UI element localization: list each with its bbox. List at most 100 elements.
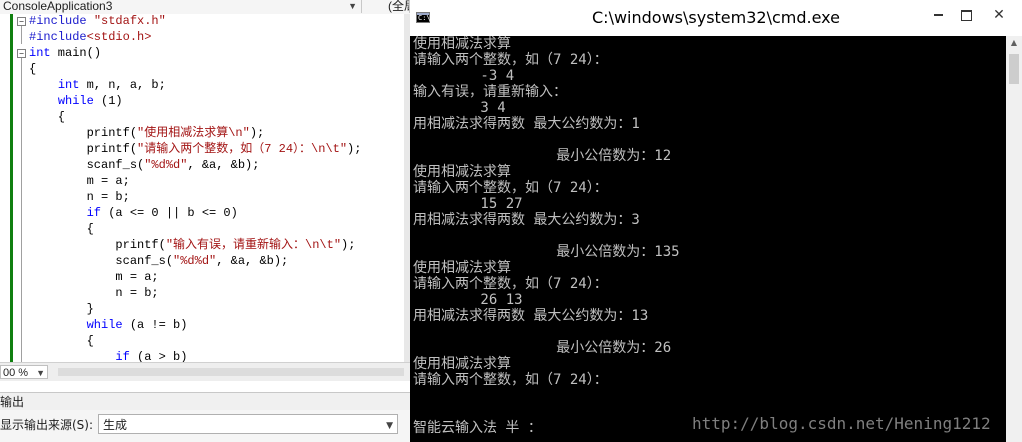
scope-combo-label: (全局范围) [388, 0, 409, 13]
code-token: "请输入两个整数，如（7 24）：\n\t" [137, 142, 348, 156]
minimize-icon [933, 14, 943, 16]
code-token: if [86, 206, 102, 220]
console-line: 智能云输入法 半 ： [413, 420, 542, 436]
collapse-icon[interactable]: − [17, 49, 26, 58]
maximize-icon [960, 9, 972, 21]
code-token: { [29, 62, 37, 76]
console-line: 使用相减法求算 [413, 260, 511, 276]
console-line: 请输入两个整数，如（7 24）： [413, 180, 608, 196]
output-source-value: 生成 [103, 418, 128, 432]
code-token: "%d%d" [144, 158, 188, 172]
console-line: 使用相减法求算 [413, 356, 511, 372]
ide-panel: ConsoleApplication3 ▼ (全局范围) − − #includ… [0, 0, 410, 442]
code-token: int [29, 46, 51, 60]
code-line: n = b; [29, 285, 361, 301]
console-line: 用相减法求得两数 最大公约数为：13 [413, 308, 649, 324]
close-button[interactable]: ✕ [976, 4, 1022, 26]
change-tracking-bar [10, 14, 13, 362]
code-token: <stdio.h> [86, 30, 152, 44]
code-token: printf( [29, 126, 138, 140]
zoom-value: 00 % [3, 367, 29, 379]
scrollbar-thumb[interactable] [1009, 54, 1019, 84]
editor-status-strip: 00 % ▼ [0, 362, 410, 381]
code-line: int m, n, a, b; [29, 77, 361, 93]
code-token: { [29, 334, 94, 348]
cmd-window[interactable]: C:\ C:\windows\system32\cmd.exe ✕ 使用相减法求… [410, 0, 1022, 442]
code-line: while (a != b) [29, 317, 361, 333]
code-line: printf("输入有误，请重新输入：\n\t"); [29, 237, 361, 253]
console-line: 用相减法求得两数 最大公约数为：3 [413, 212, 640, 228]
code-line: #include "stdafx.h" [29, 14, 361, 29]
console-line: 26 13 [413, 292, 523, 308]
cmd-titlebar[interactable]: C:\ C:\windows\system32\cmd.exe ✕ [410, 0, 1022, 36]
console-line: 使用相减法求算 [413, 36, 511, 52]
code-line: n = b; [29, 189, 361, 205]
output-panel-title: 输出 [0, 395, 25, 409]
indicator-margin [0, 14, 10, 362]
editor-horizontal-scrollbar[interactable] [58, 368, 404, 376]
code-token: { [29, 222, 94, 236]
code-line: m = a; [29, 269, 361, 285]
code-token: ); [341, 238, 356, 252]
code-token: #include [29, 14, 94, 28]
code-token: n = b; [29, 190, 130, 204]
minimize-button[interactable] [930, 4, 946, 26]
console-line: 最小公倍数为：135 [413, 244, 680, 260]
code-line: } [29, 301, 361, 317]
project-combo[interactable]: ConsoleApplication3 ▼ [0, 0, 362, 13]
code-token: (1) [93, 94, 123, 108]
code-line: while (1) [29, 93, 361, 109]
console-lines: 使用相减法求算 请输入两个整数，如（7 24）： -3 4 输入有误，请重新输入： … [413, 36, 680, 436]
console-line: -3 4 [413, 68, 515, 84]
console-line: 最小公倍数为：12 [413, 148, 672, 164]
output-source-label: 显示输出来源(S): [0, 418, 94, 432]
project-combo-label: ConsoleApplication3 [3, 0, 113, 13]
console-vertical-scrollbar[interactable]: ▲ [1006, 36, 1022, 442]
code-token: n = b; [29, 286, 159, 300]
code-lines: #include "stdafx.h" #include<stdio.h> int … [29, 14, 361, 362]
code-line: { [29, 221, 361, 237]
code-token: (a <= 0 || b <= 0) [101, 206, 238, 220]
code-token: "输入有误，请重新输入：\n\t" [165, 238, 342, 252]
maximize-button[interactable] [958, 4, 974, 26]
console-line: 输入有误，请重新输入： [413, 84, 567, 100]
code-token: printf( [29, 238, 166, 252]
collapse-icon[interactable]: − [17, 17, 26, 26]
code-token: { [29, 110, 66, 124]
code-token: if [115, 350, 130, 362]
navigation-bar: ConsoleApplication3 ▼ (全局范围) [0, 0, 410, 15]
code-line: int main() [29, 45, 361, 61]
code-line: #include<stdio.h> [29, 29, 361, 45]
output-toolbar: 显示输出来源(S): 生成 ▼ [0, 410, 410, 442]
code-token: while [86, 318, 123, 332]
code-token: m = a; [29, 270, 159, 284]
code-token: (a != b) [122, 318, 188, 332]
scroll-up-icon[interactable]: ▲ [1006, 38, 1022, 47]
console-line: 3 4 [413, 100, 506, 116]
output-source-select[interactable]: 生成 ▼ [98, 414, 398, 434]
zoom-combo[interactable]: 00 % ▼ [0, 365, 48, 379]
scope-combo[interactable]: (全局范围) [385, 0, 410, 13]
console-line: 15 27 [413, 196, 523, 212]
code-token: #include [29, 30, 87, 44]
code-editor[interactable]: − − #include "stdafx.h" #include<stdio.h>… [0, 14, 410, 362]
code-token: (a > b) [129, 350, 188, 362]
code-token: m = a; [29, 174, 130, 188]
code-token: "%d%d" [173, 254, 217, 268]
code-token: , &a, &b); [187, 158, 260, 172]
code-token: printf( [29, 142, 138, 156]
output-panel-header: 输出 [0, 392, 410, 411]
code-token: "使用相减法求算\n" [137, 126, 250, 140]
code-token: "stdafx.h" [93, 14, 166, 28]
close-icon: ✕ [993, 7, 1005, 23]
code-line: { [29, 109, 361, 125]
console-output[interactable]: 使用相减法求算 请输入两个整数，如（7 24）： -3 4 输入有误，请重新输入： … [410, 36, 1006, 442]
